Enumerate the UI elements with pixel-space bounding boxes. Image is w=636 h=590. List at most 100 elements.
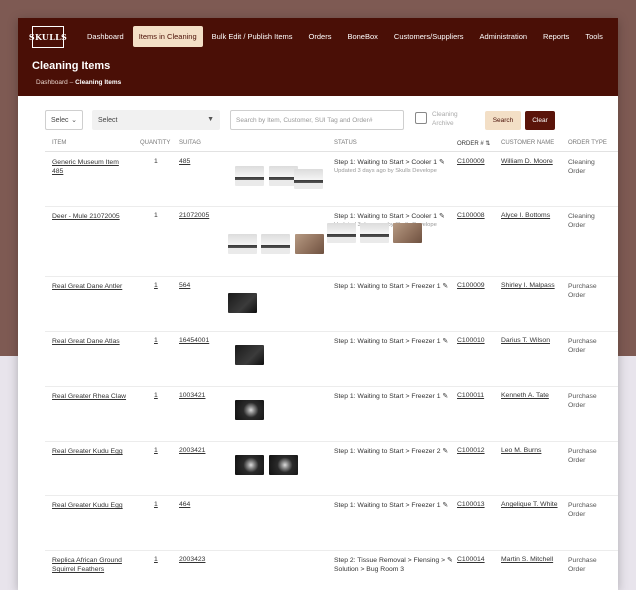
quantity-value[interactable]: 1 [154, 501, 158, 508]
nav-reports[interactable]: Reports [536, 26, 576, 47]
status-text: Step 1: Waiting to Start > Freezer 2 [334, 448, 441, 455]
order-link[interactable]: C100013 [457, 501, 485, 508]
clear-button[interactable]: Clear [525, 111, 555, 130]
customer-link[interactable]: Leo M. Burns [501, 447, 541, 454]
pencil-icon[interactable]: ✎ [442, 283, 448, 290]
quantity-value[interactable]: 1 [154, 447, 158, 454]
nav-bonebox[interactable]: BoneBox [340, 26, 384, 47]
item-thumbnail[interactable] [261, 234, 290, 254]
nav-dashboard[interactable]: Dashboard [80, 26, 131, 47]
suitag-link[interactable]: 564 [179, 282, 190, 289]
search-input[interactable] [230, 110, 404, 130]
item-link[interactable]: Generic Museum Item 485 [52, 158, 130, 176]
item-link[interactable]: Real Great Dane Antler [52, 282, 130, 291]
item-thumbnail[interactable] [360, 223, 389, 243]
col-status[interactable]: STATUS [334, 140, 357, 146]
item-link[interactable]: Real Greater Kudu Egg [52, 501, 130, 510]
nav-orders[interactable]: Orders [302, 26, 339, 47]
col-item[interactable]: ITEM [52, 140, 66, 146]
cleaning-archive-checkbox[interactable] [415, 112, 427, 124]
item-thumbnail[interactable] [269, 455, 298, 475]
col-quantity[interactable]: QUANTITY [140, 140, 170, 146]
search-button[interactable]: Search [485, 111, 521, 130]
nav-administration[interactable]: Administration [473, 26, 535, 47]
quantity-value: 1 [154, 212, 158, 219]
order-link[interactable]: C100012 [457, 447, 485, 454]
status-text: Step 1: Waiting to Start > Freezer 1 [334, 393, 441, 400]
quantity-value[interactable]: 1 [154, 282, 158, 289]
item-thumbnail[interactable] [235, 345, 264, 365]
pencil-icon[interactable]: ✎ [442, 448, 448, 455]
item-thumbnail[interactable] [327, 223, 356, 243]
col-order[interactable]: ORDER # ⇅ [457, 140, 490, 147]
filter-bar: Selec ⌄ Select ▼ Cleaning Archive Search… [45, 110, 618, 132]
customer-link[interactable]: Shirley I. Malpass [501, 282, 555, 289]
nav-tools[interactable]: Tools [578, 26, 610, 47]
item-thumbnail[interactable] [235, 166, 264, 186]
item-link[interactable]: Real Greater Rhea Claw [52, 392, 130, 401]
order-type: Cleaning Order [568, 213, 595, 229]
pencil-icon[interactable]: ✎ [442, 393, 448, 400]
item-link[interactable]: Real Great Dane Atlas [52, 337, 130, 346]
item-link[interactable]: Real Greater Kudu Egg [52, 447, 130, 456]
suitag-link[interactable]: 485 [179, 158, 190, 165]
item-thumbnail[interactable] [295, 234, 324, 254]
suitag-link[interactable]: 1003421 [179, 392, 205, 399]
suitag-link[interactable]: 464 [179, 501, 190, 508]
order-link[interactable]: C100009 [457, 282, 485, 289]
status-text: Step 1: Waiting to Start > Freezer 1 [334, 502, 441, 509]
order-link[interactable]: C100010 [457, 337, 485, 344]
customer-link[interactable]: Angelique T. White [501, 501, 558, 508]
order-link[interactable]: C100014 [457, 556, 485, 563]
customer-link[interactable]: Alyce I. Bottoms [501, 212, 550, 219]
order-link[interactable]: C100008 [457, 212, 485, 219]
customer-link[interactable]: Darius T. Wilson [501, 337, 550, 344]
item-thumbnail[interactable] [294, 169, 323, 189]
item-thumbnail[interactable] [393, 223, 422, 243]
nav-bulk-edit[interactable]: Bulk Edit / Publish Items [205, 26, 300, 47]
customer-link[interactable]: William D. Moore [501, 158, 553, 165]
quantity-value[interactable]: 1 [154, 556, 158, 563]
order-type: Cleaning Order [568, 159, 595, 175]
table-row: Real Great Dane Atlas 1 16454001 Step 1: Wa… [45, 332, 618, 387]
pencil-icon[interactable]: ✎ [447, 557, 453, 564]
logo[interactable]: SKULLS [29, 26, 67, 48]
col-order-type[interactable]: ORDER TYPE [568, 140, 607, 146]
suitag-link[interactable]: 21072005 [179, 212, 209, 219]
breadcrumb-home[interactable]: Dashboard [36, 79, 68, 86]
item-thumbnail[interactable] [235, 455, 264, 475]
status-cell: Step 1: Waiting to Start > Freezer 1 ✎ [334, 282, 452, 291]
order-link[interactable]: C100011 [457, 392, 484, 399]
order-link[interactable]: C100009 [457, 158, 485, 165]
item-thumbnail[interactable] [235, 400, 264, 420]
pencil-icon[interactable]: ✎ [439, 159, 445, 166]
item-thumbnail[interactable] [228, 293, 257, 313]
item-link[interactable]: Replica African Ground Squirrel Feathers [52, 556, 130, 574]
sort-icon[interactable]: ⇅ [485, 141, 490, 147]
status-text: Step 1: Waiting to Start > Freezer 1 [334, 338, 441, 345]
caret-down-icon: ▼ [207, 116, 214, 123]
pencil-icon[interactable]: ✎ [439, 213, 445, 220]
customer-link[interactable]: Kenneth A. Tate [501, 392, 549, 399]
nav-customers-suppliers[interactable]: Customers/Suppliers [387, 26, 471, 47]
status-cell: Step 1: Waiting to Start > Freezer 1 ✎ [334, 392, 452, 401]
app-window: SKULLS Dashboard Items in Cleaning Bulk … [18, 18, 618, 590]
pencil-icon[interactable]: ✎ [442, 338, 448, 345]
item-thumbnail[interactable] [228, 234, 257, 254]
col-suitag[interactable]: SUITAG [179, 140, 201, 146]
suitag-link[interactable]: 2003421 [179, 447, 205, 454]
quantity-value[interactable]: 1 [154, 392, 158, 399]
status-cell: Step 1: Waiting to Start > Freezer 1 ✎ [334, 337, 452, 346]
suitag-link[interactable]: 2003423 [179, 556, 205, 563]
pencil-icon[interactable]: ✎ [442, 502, 448, 509]
col-customer[interactable]: CUSTOMER NAME [501, 140, 554, 146]
order-type: Purchase Order [568, 338, 597, 354]
quantity-value[interactable]: 1 [154, 337, 158, 344]
filter-select-small[interactable]: Selec ⌄ [45, 110, 83, 130]
item-link[interactable]: Deer - Mule 21072005 [52, 212, 130, 221]
filter-select-main[interactable]: Select ▼ [92, 110, 220, 130]
table-row: Real Great Dane Antler 1 564 Step 1: Waitin… [45, 277, 618, 332]
nav-items-in-cleaning[interactable]: Items in Cleaning [132, 26, 203, 47]
customer-link[interactable]: Martin S. Mitchell [501, 556, 553, 563]
suitag-link[interactable]: 16454001 [179, 337, 209, 344]
